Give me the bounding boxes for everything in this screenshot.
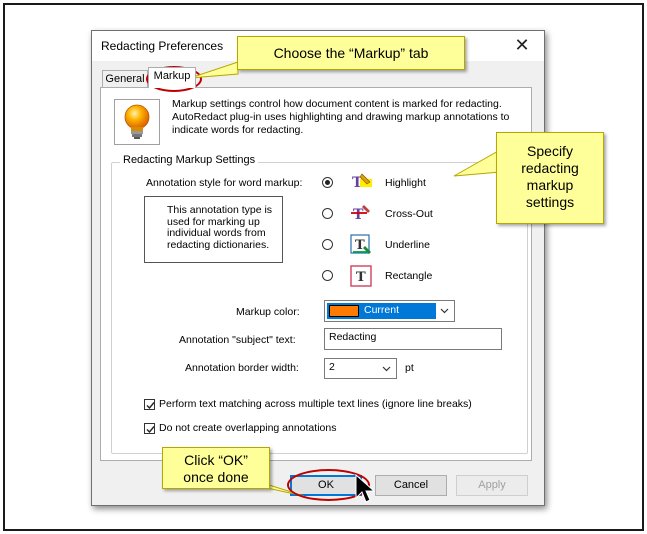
text-matching-label: Perform text matching across multiple te…	[159, 398, 472, 410]
border-width-label: Annotation border width:	[185, 362, 299, 374]
radio-highlight[interactable]	[322, 177, 333, 188]
highlight-label: Highlight	[385, 177, 426, 189]
callout-specify-line2: redacting	[521, 160, 579, 176]
callout-ok-line2: once done	[183, 469, 249, 485]
mouse-cursor-icon	[355, 474, 375, 503]
selected-color-option: Current	[327, 303, 436, 319]
callout-specify-settings: Specify redacting markup settings	[496, 132, 604, 224]
redacting-preferences-dialog: Redacting Preferences ✕ General Markup M…	[91, 30, 545, 506]
annotation-info-box: This annotation type is used for marking…	[144, 196, 283, 263]
callout-pointer-markup	[190, 62, 239, 79]
cross-out-icon: T	[350, 203, 372, 225]
annotation-style-label: Annotation style for word markup:	[146, 177, 303, 189]
callout-choose-markup-text: Choose the “Markup” tab	[273, 45, 429, 61]
group-label: Redacting Markup Settings	[120, 154, 259, 166]
callout-pointer-specify	[453, 150, 501, 177]
radio-underline[interactable]	[322, 239, 333, 250]
border-width-select[interactable]: 2	[324, 358, 397, 379]
lightbulb-icon	[114, 99, 160, 145]
markup-color-select[interactable]: Current	[324, 300, 455, 322]
no-overlap-checkbox[interactable]	[144, 423, 155, 434]
close-icon[interactable]: ✕	[512, 34, 532, 56]
subject-label: Annotation "subject" text:	[179, 334, 296, 346]
markup-color-label: Markup color:	[236, 306, 300, 318]
chevron-down-icon	[440, 308, 449, 314]
rectangle-label: Rectangle	[385, 270, 433, 282]
tab-general[interactable]: General	[102, 70, 148, 88]
callout-specify-line1: Specify	[527, 143, 573, 159]
no-overlap-label: Do not create overlapping annotations	[159, 422, 337, 434]
markup-description: Markup settings control how document con…	[172, 98, 510, 136]
border-width-value: 2	[329, 361, 335, 373]
markup-color-value: Current	[364, 304, 400, 316]
dialog-title: Redacting Preferences	[101, 39, 224, 53]
border-width-unit: pt	[405, 362, 414, 374]
subject-text-field[interactable]: Redacting	[324, 328, 502, 350]
svg-text:T: T	[355, 238, 365, 253]
radio-rectangle[interactable]	[322, 270, 333, 281]
callout-choose-markup: Choose the “Markup” tab	[237, 36, 465, 70]
cross-out-label: Cross-Out	[385, 208, 433, 220]
svg-text:T: T	[356, 270, 366, 285]
callout-ok-line1: Click “OK”	[184, 452, 248, 468]
rectangle-icon: T	[350, 265, 372, 287]
svg-text:T: T	[353, 207, 364, 223]
text-matching-checkbox[interactable]	[144, 399, 155, 410]
highlight-icon: T	[350, 172, 372, 194]
underline-icon: T	[350, 234, 372, 256]
callout-specify-line3: markup	[526, 177, 574, 193]
apply-button[interactable]: Apply	[456, 475, 528, 496]
callout-specify-line4: settings	[525, 194, 575, 210]
tab-markup[interactable]: Markup	[148, 67, 196, 88]
chevron-down-icon	[382, 366, 391, 372]
color-swatch	[329, 305, 359, 317]
radio-cross-out[interactable]	[322, 208, 333, 219]
cancel-button[interactable]: Cancel	[375, 475, 447, 496]
callout-click-ok: Click “OK” once done	[162, 447, 270, 489]
underline-label: Underline	[385, 239, 430, 251]
